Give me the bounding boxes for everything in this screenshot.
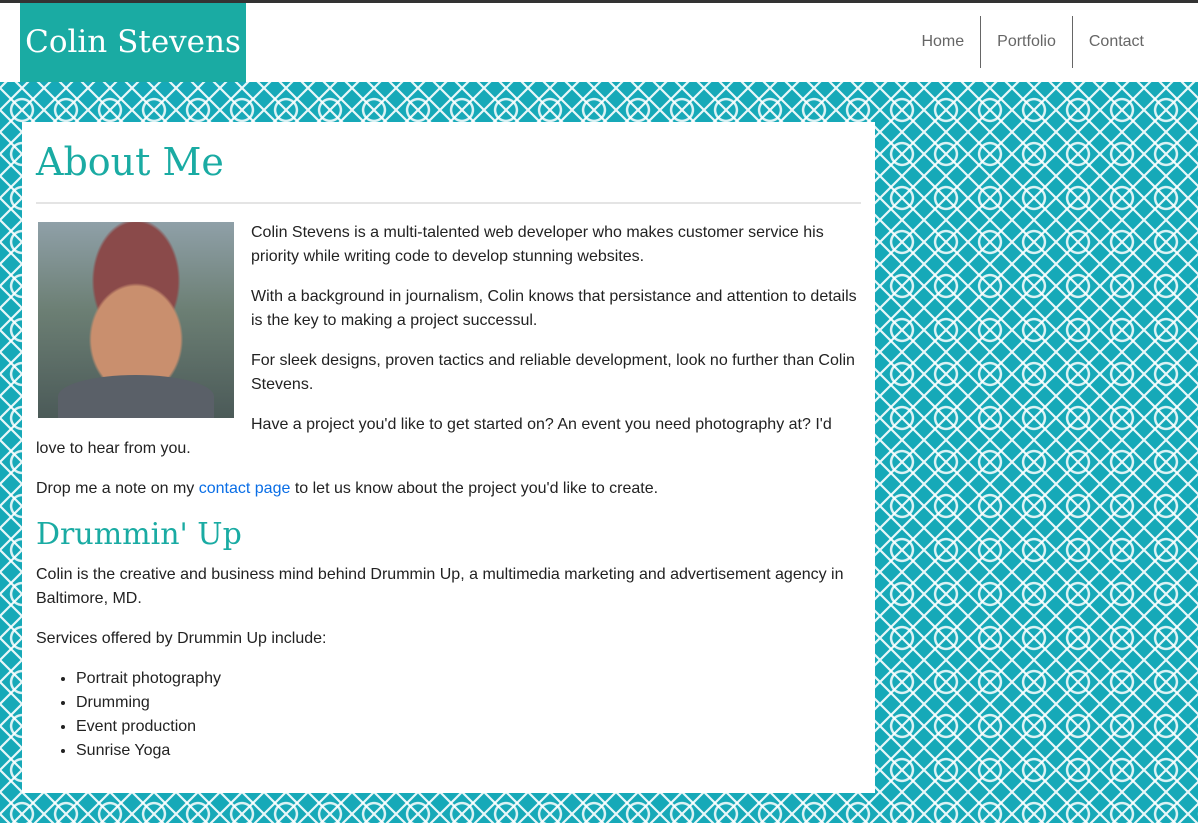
- profile-photo: [38, 222, 234, 418]
- contact-page-link[interactable]: contact page: [199, 480, 291, 497]
- contact-note-suffix: to let us know about the project you'd l…: [290, 480, 659, 497]
- services-intro: Services offered by Drummin Up include:: [36, 630, 327, 647]
- contact-note: Drop me a note on my contact page to let…: [36, 477, 861, 501]
- list-item: Drumming: [76, 691, 861, 715]
- main-nav: Home Portfolio Contact: [905, 16, 1160, 68]
- site-header: Colin Stevens Home Portfolio Contact: [0, 0, 1198, 82]
- drummin-paragraph: Colin is the creative and business mind …: [36, 566, 844, 607]
- page-title: About Me: [36, 122, 861, 204]
- nav-home[interactable]: Home: [905, 16, 982, 68]
- list-item: Event production: [76, 715, 861, 739]
- services-list: Portrait photography Drumming Event prod…: [36, 667, 861, 763]
- profile-photo-shirt: [57, 374, 215, 418]
- contact-note-prefix: Drop me a note on my: [36, 480, 199, 497]
- site-logo[interactable]: Colin Stevens: [20, 3, 246, 82]
- section-title-drummin: Drummin' Up: [36, 517, 242, 552]
- nav-portfolio[interactable]: Portfolio: [981, 16, 1073, 68]
- nav-contact[interactable]: Contact: [1073, 16, 1160, 68]
- content-card: About Me Colin Stevens is a multi-talent…: [22, 122, 875, 793]
- list-item: Portrait photography: [76, 667, 861, 691]
- list-item: Sunrise Yoga: [76, 739, 861, 763]
- about-paragraph: Have a project you'd like to get started…: [36, 416, 832, 457]
